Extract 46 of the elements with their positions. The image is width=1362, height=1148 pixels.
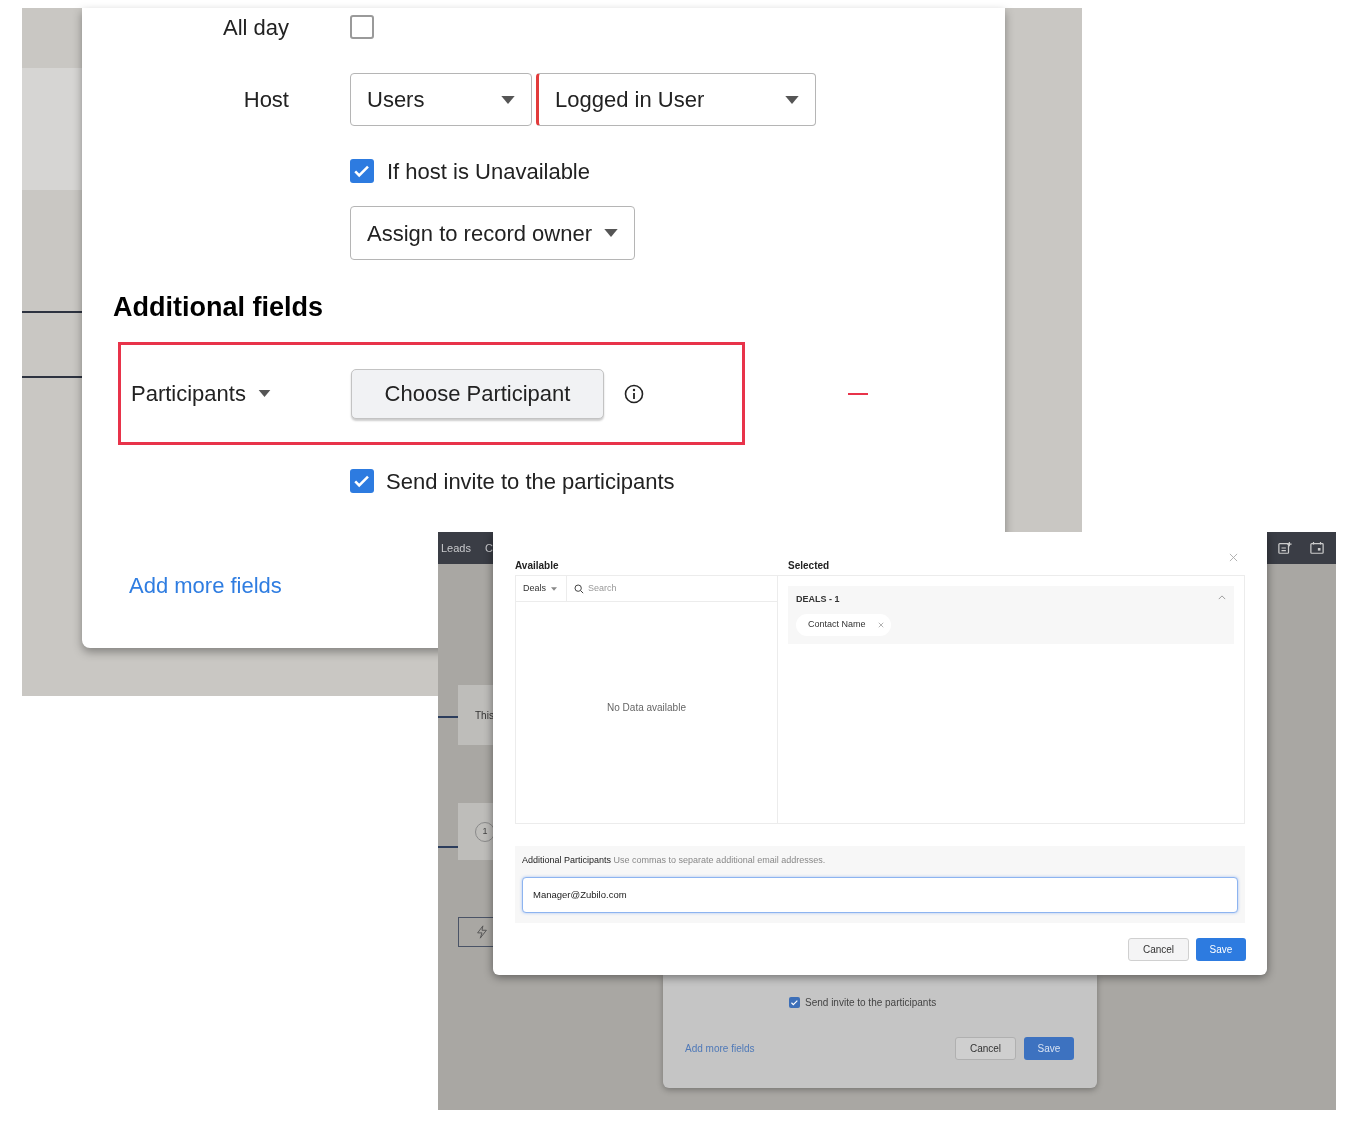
checkbox[interactable] xyxy=(350,15,374,39)
note-plus-icon xyxy=(1278,541,1292,555)
search-icon xyxy=(574,583,584,594)
email-field[interactable]: Manager@Zubilo.com xyxy=(522,876,1238,913)
nav-tab[interactable]: C xyxy=(485,539,493,557)
save-button[interactable]: Save xyxy=(1196,938,1246,961)
participant-chip[interactable]: Contact Name xyxy=(796,613,891,636)
close-icon xyxy=(1229,553,1238,562)
section-heading: Additional fields xyxy=(113,290,323,324)
panel-title: Available xyxy=(515,559,559,573)
nav-tab[interactable]: Leads xyxy=(441,539,471,557)
checkbox[interactable] xyxy=(350,159,374,183)
side-text: This xyxy=(475,708,494,723)
host-user-dropdown[interactable]: Logged in User xyxy=(536,73,816,126)
checkbox-label: Send invite to the participants xyxy=(386,467,675,496)
caret-icon xyxy=(785,95,799,104)
checkbox[interactable] xyxy=(350,469,374,493)
add-fields-link[interactable]: Add more fields xyxy=(129,568,282,602)
fallback-dropdown[interactable]: Assign to record owner xyxy=(350,206,635,260)
check-icon xyxy=(790,998,799,1007)
cancel-button[interactable]: Cancel xyxy=(955,1037,1016,1060)
checkbox-label: If host is Unavailable xyxy=(387,157,590,186)
dash-mark xyxy=(848,392,868,395)
group-title: DEALS - 1 xyxy=(796,593,841,606)
search-field[interactable]: Search xyxy=(588,581,748,596)
caret-icon xyxy=(551,586,557,591)
caret-icon xyxy=(257,390,271,397)
caret-icon xyxy=(604,229,618,237)
calendar-icon xyxy=(1310,541,1324,555)
field-label: Participants xyxy=(131,380,246,408)
lightning-icon xyxy=(475,925,489,939)
field-label: Additional Participants Use commas to separate additional email addresses. xyxy=(522,854,827,867)
cancel-button[interactable]: Cancel xyxy=(1128,938,1189,961)
checkbox-label: Send invite to the participants xyxy=(805,996,937,1010)
host-type-dropdown[interactable]: Users xyxy=(350,73,532,126)
caret-icon xyxy=(501,95,515,104)
module-dropdown[interactable]: Deals xyxy=(516,576,567,601)
choose-participant-button[interactable]: Choose Participant xyxy=(351,368,604,419)
field-label: All day xyxy=(222,13,289,42)
remove-icon xyxy=(877,621,884,628)
checkbox[interactable] xyxy=(789,997,800,1008)
info-icon xyxy=(624,383,644,404)
field-label: Host xyxy=(243,86,289,114)
empty-message: No Data available xyxy=(607,701,686,715)
panel-title: Selected xyxy=(788,559,830,573)
save-button[interactable]: Save xyxy=(1024,1037,1074,1060)
